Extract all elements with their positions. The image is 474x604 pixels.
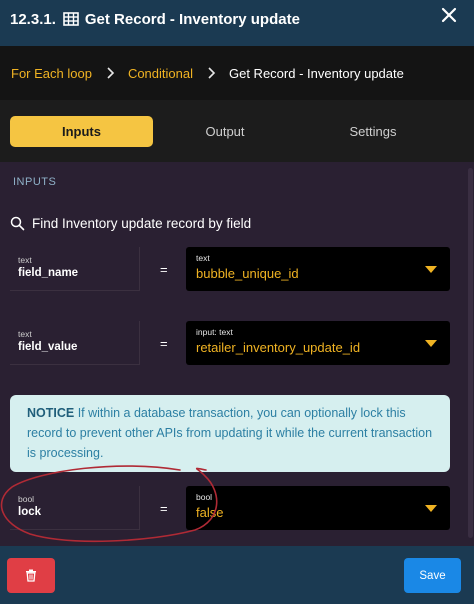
header-title-group: 12.3.1. Get Record - Inventory update [0,5,300,33]
find-record-heading: Find Inventory update record by field [10,216,251,231]
tab-bar: Inputs Output Settings [0,100,474,162]
field-label: bool lock [10,486,140,530]
field-label: text field_name [10,247,140,291]
grid-icon [63,12,79,26]
value-select[interactable]: input: text retailer_inventory_update_id [186,321,450,365]
caret-down-icon [425,266,437,273]
breadcrumb-item-conditional[interactable]: Conditional [128,66,193,81]
tab-output[interactable]: Output [166,116,284,147]
field-row-field-name: text field_name = text bubble_unique_id [10,247,450,291]
operator: = [160,501,168,516]
inputs-panel: INPUTS Find Inventory update record by f… [0,162,474,546]
value-type: bool [196,492,213,502]
field-name: field_name [18,267,79,279]
chevron-right-icon [208,67,216,79]
value-select[interactable]: bool false [186,486,450,530]
scrollbar-thumb[interactable] [468,168,473,538]
field-name: lock [18,506,42,518]
field-type: text [18,255,32,265]
panel-title: Get Record - Inventory update [84,10,300,28]
notice-text: If within a database transaction, you ca… [27,406,433,460]
field-name: field_value [18,341,78,353]
operator: = [160,336,168,351]
value-select[interactable]: text bubble_unique_id [186,247,450,291]
close-icon[interactable] [438,4,460,26]
breadcrumb-item-current: Get Record - Inventory update [228,65,404,81]
scrollbar[interactable] [466,162,474,546]
value-text: bubble_unique_id [196,266,299,281]
panel-header: 12.3.1. Get Record - Inventory update [0,0,474,46]
field-row-field-value: text field_value = input: text retailer_… [10,321,450,365]
operator: = [160,262,168,277]
panel-footer: Save [0,546,474,604]
save-button[interactable]: Save [404,558,461,593]
value-text: false [196,505,224,520]
breadcrumb: For Each loop Conditional Get Record - I… [0,46,474,100]
tab-inputs[interactable]: Inputs [10,116,153,147]
breadcrumb-item-for-each-loop[interactable]: For Each loop [11,66,92,81]
notice-label: NOTICE [27,406,75,420]
field-type: bool [18,494,35,504]
field-label: text field_value [10,321,140,365]
chevron-right-icon [107,67,115,79]
value-text: retailer_inventory_update_id [196,340,361,355]
step-number: 12.3.1. [10,10,56,28]
trash-icon [26,569,36,582]
value-type: text [196,253,210,263]
tab-settings[interactable]: Settings [314,116,432,147]
search-icon [10,216,25,231]
value-type: input: text [196,327,233,337]
caret-down-icon [425,505,437,512]
field-row-lock: bool lock = bool false [10,486,450,530]
find-record-text: Find Inventory update record by field [32,216,252,231]
delete-button[interactable] [7,558,55,593]
notice-box: NOTICE If within a database transaction,… [10,395,450,472]
caret-down-icon [425,340,437,347]
field-type: text [18,329,32,339]
section-label: INPUTS [13,176,57,188]
